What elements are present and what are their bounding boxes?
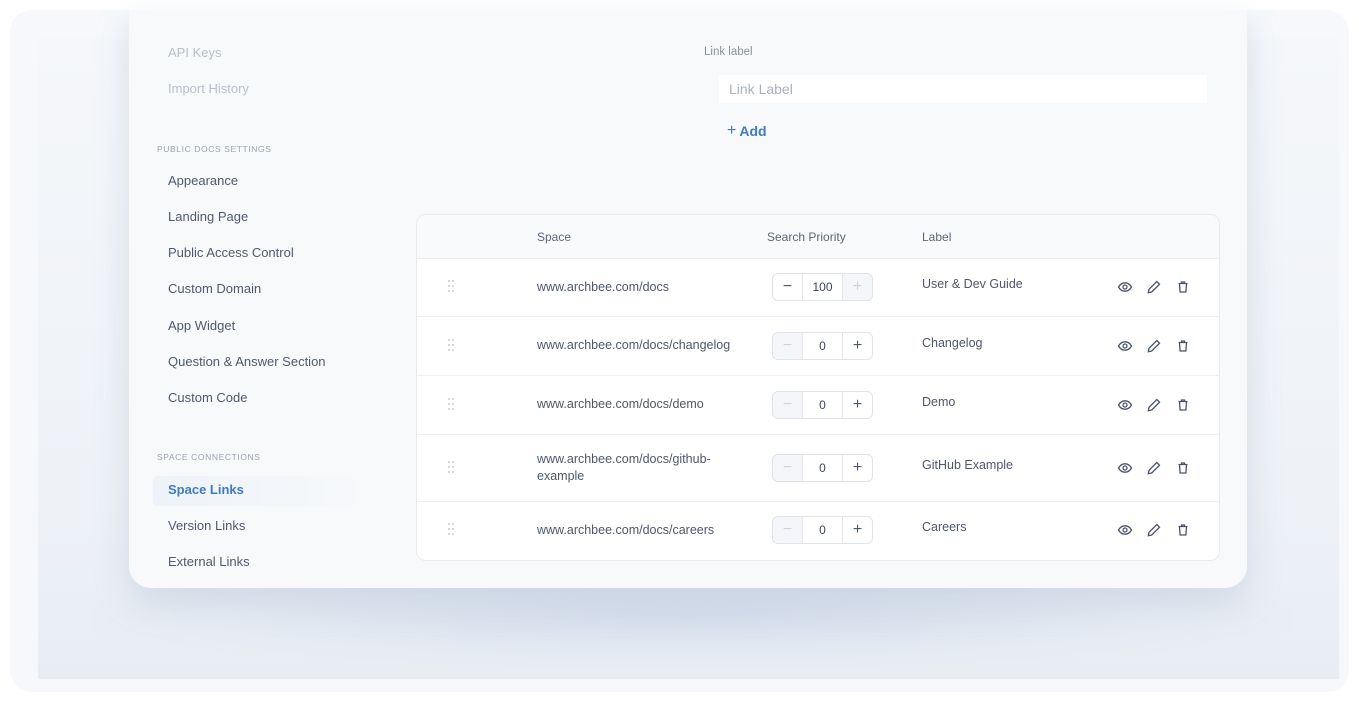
cell-space-url: www.archbee.com/docs xyxy=(537,279,670,294)
column-header-search-priority: Search Priority xyxy=(767,230,846,244)
increment-button[interactable]: + xyxy=(842,454,872,481)
eye-icon[interactable] xyxy=(1117,397,1133,413)
row-actions xyxy=(1117,522,1191,538)
sidebar-item-version-links[interactable]: Version Links xyxy=(168,518,245,533)
decrement-button[interactable]: − xyxy=(773,332,803,359)
row-actions xyxy=(1117,397,1191,413)
priority-stepper: −0 + xyxy=(772,390,873,419)
table-row: www.archbee.com/docs/demo −0 + Demo xyxy=(417,375,1219,435)
eye-icon[interactable] xyxy=(1117,338,1133,354)
priority-value[interactable]: 0 xyxy=(803,455,842,481)
sidebar-item-import-history[interactable]: Import History xyxy=(168,81,249,96)
decrement-button[interactable]: − xyxy=(773,391,803,418)
cell-link-label: User & Dev Guide xyxy=(922,277,1023,291)
cell-space-url: www.archbee.com/docs/demo xyxy=(537,397,704,411)
drag-handle-icon[interactable] xyxy=(447,522,455,536)
sidebar-item-appearance[interactable]: Appearance xyxy=(168,173,238,188)
priority-value[interactable]: 0 xyxy=(803,392,842,418)
row-actions xyxy=(1117,279,1191,295)
sidebar-item-public-access-control[interactable]: Public Access Control xyxy=(168,245,294,260)
decrement-button[interactable]: − xyxy=(773,274,803,300)
pencil-icon[interactable] xyxy=(1146,279,1162,295)
decrement-button[interactable]: − xyxy=(773,454,803,481)
drag-handle-icon[interactable] xyxy=(447,397,455,411)
eye-icon[interactable] xyxy=(1117,279,1133,295)
link-label-caption: Link label xyxy=(704,46,753,58)
trash-icon[interactable] xyxy=(1175,279,1191,295)
priority-value[interactable]: 100 xyxy=(803,274,842,300)
cell-space-url: www.archbee.com/docs/github-example xyxy=(537,451,711,483)
row-actions xyxy=(1117,460,1191,476)
table-row: www.archbee.com/docs/changelog −0 + Changel… xyxy=(417,316,1219,376)
trash-icon[interactable] xyxy=(1175,338,1191,354)
priority-value[interactable]: 0 xyxy=(803,333,842,359)
increment-button[interactable]: + xyxy=(842,517,872,543)
table-row: www.archbee.com/docs −100 + User & Dev Guid… xyxy=(417,258,1219,317)
space-links-table: Space Search Priority Label www.archbee.… xyxy=(416,214,1220,561)
priority-value[interactable]: 0 xyxy=(803,517,842,543)
plus-icon: + xyxy=(727,122,737,139)
decrement-button[interactable]: − xyxy=(773,517,803,543)
pencil-icon[interactable] xyxy=(1146,397,1162,413)
cell-space-url: www.archbee.com/docs/careers xyxy=(537,522,715,537)
priority-stepper: −0 + xyxy=(772,331,873,360)
cell-link-label: Careers xyxy=(922,520,967,534)
row-actions xyxy=(1117,338,1191,354)
table-header: Space Search Priority Label xyxy=(417,215,1219,259)
pencil-icon[interactable] xyxy=(1146,460,1162,476)
eye-icon[interactable] xyxy=(1117,522,1133,538)
add-link-label: Add xyxy=(739,123,767,139)
drag-handle-icon[interactable] xyxy=(447,279,455,293)
pencil-icon[interactable] xyxy=(1146,338,1162,354)
increment-button[interactable]: + xyxy=(842,274,872,300)
column-header-label: Label xyxy=(922,230,952,244)
cell-link-label: Changelog xyxy=(922,335,983,350)
sidebar-item-app-widget[interactable]: App Widget xyxy=(168,318,235,333)
pencil-icon[interactable] xyxy=(1146,522,1162,538)
section-label-public-docs: PUBLIC DOCS SETTINGS xyxy=(157,144,272,154)
priority-stepper: −0 + xyxy=(772,453,873,482)
sidebar-item-custom-domain[interactable]: Custom Domain xyxy=(168,281,261,296)
settings-card: API Keys Import History PUBLIC DOCS SETT… xyxy=(129,10,1247,588)
priority-stepper: −0 + xyxy=(772,516,873,544)
column-header-space: Space xyxy=(537,230,572,244)
cell-link-label: Demo xyxy=(922,394,956,409)
increment-button[interactable]: + xyxy=(842,332,872,359)
sidebar-item-external-links[interactable]: External Links xyxy=(168,554,250,569)
trash-icon[interactable] xyxy=(1175,522,1191,538)
section-label-space-connections: SPACE CONNECTIONS xyxy=(157,452,261,462)
table-row: www.archbee.com/docs/careers −0 + Careers xyxy=(417,501,1219,559)
drag-handle-icon[interactable] xyxy=(447,460,455,474)
sidebar-item-custom-code[interactable]: Custom Code xyxy=(168,390,247,405)
sidebar-item-question-answer[interactable]: Question & Answer Section xyxy=(168,354,326,369)
table-row: www.archbee.com/docs/github-example −0 + Gi… xyxy=(417,434,1219,502)
add-link-button[interactable]: + Add xyxy=(727,122,767,140)
drag-handle-icon[interactable] xyxy=(447,338,455,352)
link-label-input[interactable] xyxy=(719,75,1207,103)
sidebar-item-space-links[interactable]: Space Links xyxy=(168,482,244,497)
priority-stepper: −100 + xyxy=(772,273,873,301)
trash-icon[interactable] xyxy=(1175,460,1191,476)
sidebar-item-api-keys[interactable]: API Keys xyxy=(168,45,221,60)
cell-space-url: www.archbee.com/docs/changelog xyxy=(537,338,731,352)
eye-icon[interactable] xyxy=(1117,460,1133,476)
trash-icon[interactable] xyxy=(1175,397,1191,413)
increment-button[interactable]: + xyxy=(842,391,872,418)
cell-link-label: GitHub Example xyxy=(922,457,1014,472)
sidebar-item-landing-page[interactable]: Landing Page xyxy=(168,209,248,224)
settings-sidebar: API Keys Import History PUBLIC DOCS SETT… xyxy=(129,10,379,588)
